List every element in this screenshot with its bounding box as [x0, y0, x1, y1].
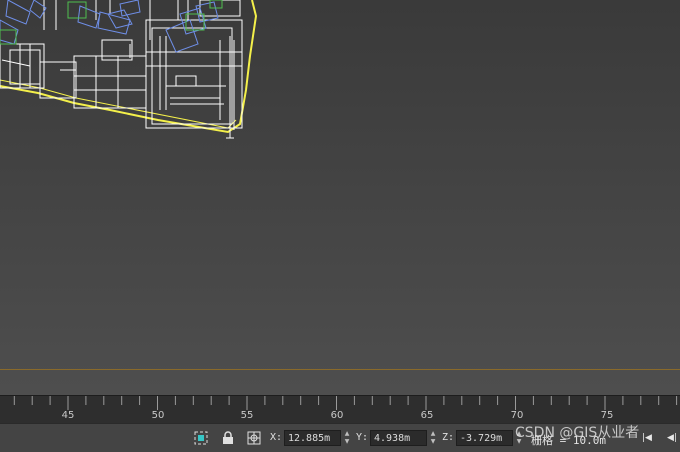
tick-label: 60 — [330, 410, 344, 421]
z-coordinate-field[interactable]: -3.729m — [456, 430, 513, 446]
tick-label: 70 — [510, 410, 524, 421]
furniture-green-wireframe — [0, 0, 223, 45]
tick-label: 50 — [151, 410, 165, 421]
x-spinner-icon[interactable]: ▲ ▼ — [343, 430, 351, 446]
watermark-text: CSDN @GIS从业者 — [515, 425, 640, 441]
absolute-mode-icon[interactable] — [244, 429, 264, 447]
tick-label: 75 — [600, 410, 614, 421]
tick-label: 65 — [420, 410, 434, 421]
tick-label: 55 — [240, 410, 254, 421]
go-to-start-icon[interactable]: |◀ — [641, 429, 653, 447]
selection-lock-toggle-icon[interactable] — [191, 429, 211, 447]
tick-label: 45 — [61, 410, 75, 421]
perspective-viewport[interactable] — [0, 0, 680, 395]
time-slider-track[interactable]: 45 50 55 60 65 70 75 — [0, 395, 680, 424]
y-spinner-icon[interactable]: ▲ ▼ — [429, 430, 437, 446]
horizon-line — [0, 369, 680, 370]
z-label: Z: — [442, 432, 455, 443]
y-label: Y: — [356, 432, 369, 443]
x-coordinate-field[interactable]: 12.885m — [284, 430, 341, 446]
lock-icon[interactable] — [218, 429, 238, 447]
x-label: X: — [270, 432, 283, 443]
wireframe-scene[interactable] — [0, 0, 680, 395]
previous-frame-icon[interactable]: ◀| — [666, 429, 678, 447]
y-coordinate-field[interactable]: 4.938m — [370, 430, 427, 446]
